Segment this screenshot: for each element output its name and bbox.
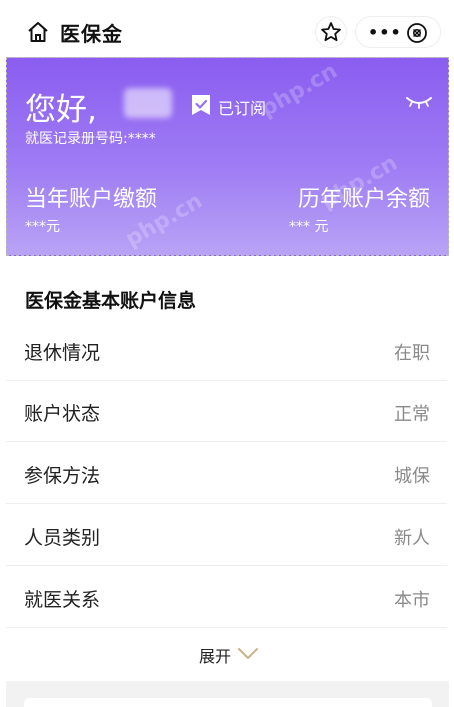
page-title: 医保金 <box>60 22 123 46</box>
subscribed-label[interactable]: 已订阅 <box>218 95 266 119</box>
row-label: 退休情况 <box>24 342 101 364</box>
home-icon[interactable] <box>26 20 50 44</box>
row-label: 账户状态 <box>24 403 101 425</box>
hide-balance-eye-icon[interactable] <box>405 94 433 109</box>
account-card: php.cn php.cn php.cn 您好, 已订阅 就医记录册号码:***… <box>6 57 449 256</box>
row-value: 新人 <box>394 528 430 549</box>
historical-balance-title: 历年账户余额 <box>297 187 430 212</box>
bookmark-check-icon[interactable] <box>190 93 212 117</box>
historical-balance-value: *** 元 <box>289 219 329 235</box>
top-bar: 医保金 ••• <box>0 0 454 56</box>
close-icon <box>407 23 427 43</box>
section-title: 医保金基本账户信息 <box>25 290 197 312</box>
info-row-personnel-category: 人员类别 新人 <box>6 505 447 566</box>
expand-label: 展开 <box>199 647 232 666</box>
page: 医保金 ••• php.cn php.cn php.cn 您好, 已订阅 就医记… <box>0 0 454 707</box>
favorite-button[interactable] <box>315 16 347 48</box>
row-label: 就医关系 <box>24 589 101 611</box>
next-section-card <box>24 698 432 707</box>
more-button[interactable]: ••• <box>368 23 402 42</box>
medical-record-number: 就医记录册号码:**** <box>25 131 156 147</box>
star-icon <box>321 22 341 42</box>
greeting: 您好, <box>25 92 97 128</box>
watermark: php.cn <box>256 58 342 123</box>
info-row-medical-relation: 就医关系 本市 <box>6 567 447 628</box>
row-label: 参保方法 <box>24 465 101 487</box>
row-value: 本市 <box>394 590 430 611</box>
row-value: 城保 <box>394 466 430 487</box>
menu-capsule: ••• <box>355 16 441 48</box>
info-row-insurance-method: 参保方法 城保 <box>6 443 447 504</box>
close-button[interactable] <box>406 22 428 44</box>
row-value: 正常 <box>394 404 430 425</box>
info-row-account-status: 账户状态 正常 <box>6 381 447 442</box>
current-year-contribution-title: 当年账户缴额 <box>25 187 158 212</box>
info-row-retirement: 退休情况 在职 <box>6 320 447 381</box>
user-name-masked <box>124 88 172 118</box>
chevron-down-icon <box>238 648 258 659</box>
expand-button[interactable]: 展开 <box>0 630 454 680</box>
current-year-contribution-value: ***元 <box>25 219 60 235</box>
row-value: 在职 <box>394 343 430 364</box>
row-label: 人员类别 <box>24 527 101 549</box>
